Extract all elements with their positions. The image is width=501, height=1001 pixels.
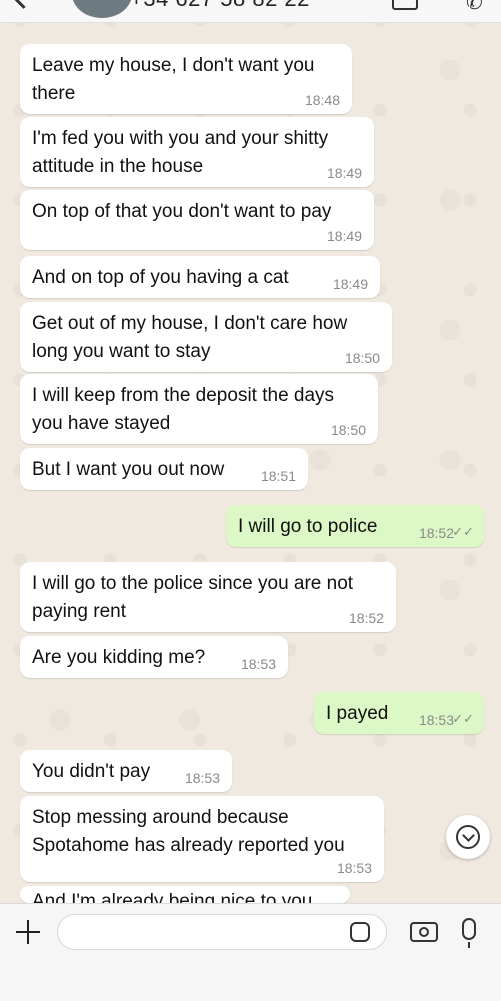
message-bubble-outgoing[interactable]: I payed 18:53 ✓✓	[314, 692, 484, 734]
message-time: 18:48	[304, 92, 340, 108]
scroll-to-bottom-button[interactable]	[446, 815, 490, 859]
message-time: 18:53	[240, 656, 276, 672]
message-bubble-incoming[interactable]: And on top of you having a cat 18:49	[20, 256, 380, 298]
chevron-down-icon	[456, 825, 480, 849]
message-text: And I'm already being nice to you	[32, 891, 313, 903]
message-bubble-incoming[interactable]: And I'm already being nice to you	[20, 886, 350, 903]
message-text: I payed	[326, 703, 389, 724]
message-bubble-incoming[interactable]: I'm fed you with you and your shitty att…	[20, 117, 374, 187]
message-time: 18:53	[336, 860, 372, 876]
compose-bar	[0, 903, 501, 1001]
message-bubble-incoming[interactable]: I will go to the police since you are no…	[20, 562, 396, 632]
phone-icon[interactable]: ✆	[466, 0, 483, 15]
message-input[interactable]	[57, 914, 387, 950]
message-time: 18:49	[332, 276, 368, 292]
camera-icon[interactable]	[410, 922, 438, 942]
message-text: I will keep from the deposit the days yo…	[32, 385, 335, 434]
message-text: But I want you out now	[32, 459, 225, 480]
message-bubble-incoming[interactable]: Are you kidding me? 18:53	[20, 636, 288, 678]
message-text: Stop messing around because Spotahome ha…	[32, 807, 345, 856]
plus-icon[interactable]	[14, 918, 42, 946]
message-text: Get out of my house, I don't care how lo…	[32, 313, 348, 362]
message-text: Leave my house, I don't want you there	[32, 55, 315, 104]
message-time: 18:49	[326, 165, 362, 181]
message-bubble-incoming[interactable]: I will keep from the deposit the days yo…	[20, 374, 378, 444]
message-time: 18:50	[344, 350, 380, 366]
message-time: 18:52	[348, 610, 384, 626]
message-text: And on top of you having a cat	[32, 267, 289, 288]
message-time: 18:52	[418, 525, 454, 541]
microphone-icon[interactable]	[462, 918, 476, 948]
contact-phone[interactable]: +34 627 58 82 22	[130, 0, 310, 12]
read-ticks-icon: ✓✓	[452, 711, 474, 726]
message-bubble-incoming[interactable]: Get out of my house, I don't care how lo…	[20, 302, 392, 372]
message-time: 18:49	[326, 228, 362, 244]
message-time: 18:50	[330, 422, 366, 438]
avatar[interactable]	[72, 0, 132, 18]
message-time: 18:53	[418, 712, 454, 728]
message-text: On top of that you don't want to pay	[32, 201, 332, 222]
message-text: I will go to the police since you are no…	[32, 573, 354, 622]
message-bubble-incoming[interactable]: Leave my house, I don't want you there 1…	[20, 44, 352, 114]
video-call-icon[interactable]	[392, 0, 418, 10]
message-bubble-incoming[interactable]: On top of that you don't want to pay 18:…	[20, 190, 374, 250]
chevron-left-icon[interactable]	[10, 0, 37, 9]
message-time: 18:53	[184, 770, 220, 786]
message-text: I will go to police	[238, 516, 378, 537]
message-time: 18:51	[260, 468, 296, 484]
message-bubble-incoming[interactable]: Stop messing around because Spotahome ha…	[20, 796, 384, 882]
message-bubble-incoming[interactable]: But I want you out now 18:51	[20, 448, 308, 490]
message-text: I'm fed you with you and your shitty att…	[32, 128, 329, 177]
message-text: Are you kidding me?	[32, 647, 206, 668]
message-bubble-outgoing[interactable]: I will go to police 18:52 ✓✓	[226, 505, 484, 547]
read-ticks-icon: ✓✓	[452, 524, 474, 539]
message-bubble-incoming[interactable]: You didn't pay 18:53	[20, 750, 232, 792]
chat-header: +34 627 58 82 22 ✆	[0, 0, 501, 23]
sticker-icon[interactable]	[350, 922, 370, 942]
message-text: You didn't pay	[32, 761, 151, 782]
